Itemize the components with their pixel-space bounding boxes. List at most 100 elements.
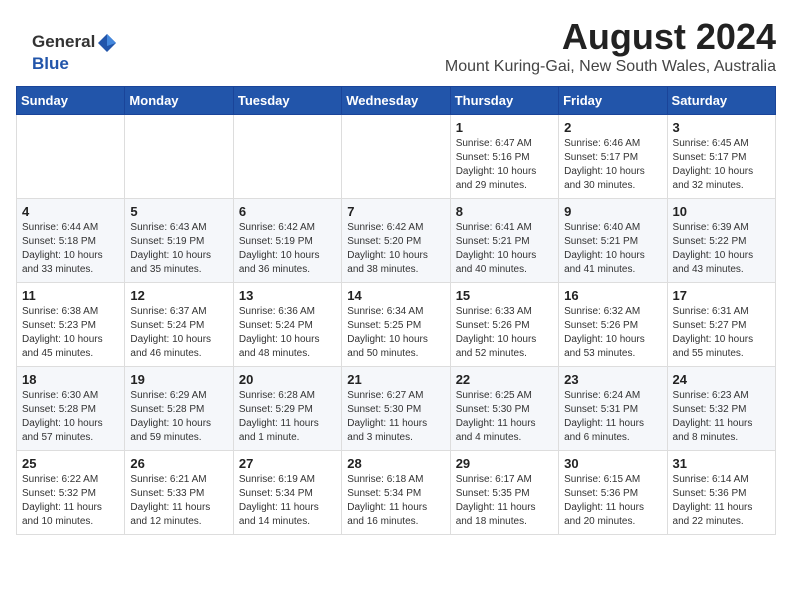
day-number: 31 <box>673 456 770 471</box>
table-row: 4 Sunrise: 6:44 AM Sunset: 5:18 PM Daylig… <box>17 199 125 283</box>
table-row: 19Sunrise: 6:29 AM Sunset: 5:28 PM Dayli… <box>125 367 233 451</box>
calendar-table: Sunday Monday Tuesday Wednesday Thursday… <box>16 86 776 535</box>
day-number: 29 <box>456 456 553 471</box>
header-friday: Friday <box>559 87 667 115</box>
weekday-header-row: Sunday Monday Tuesday Wednesday Thursday… <box>17 87 776 115</box>
header-section: August 2024 Mount Kuring-Gai, New South … <box>16 16 776 76</box>
day-number: 20 <box>239 372 336 387</box>
day-info: Sunrise: 6:42 AM Sunset: 5:19 PM Dayligh… <box>239 221 336 277</box>
day-info: Sunrise: 6:19 AM Sunset: 5:34 PM Dayligh… <box>239 473 336 529</box>
day-info: Sunrise: 6:38 AM Sunset: 5:23 PM Dayligh… <box>22 305 119 361</box>
logo-text: General Blue <box>32 32 119 74</box>
day-info: Sunrise: 6:44 AM Sunset: 5:18 PM Dayligh… <box>22 221 119 277</box>
day-number: 8 <box>456 204 553 219</box>
day-info: Sunrise: 6:42 AM Sunset: 5:20 PM Dayligh… <box>347 221 444 277</box>
table-row <box>17 115 125 199</box>
day-info: Sunrise: 6:32 AM Sunset: 5:26 PM Dayligh… <box>564 305 661 361</box>
day-info: Sunrise: 6:18 AM Sunset: 5:34 PM Dayligh… <box>347 473 444 529</box>
table-row <box>125 115 233 199</box>
table-row: 16 Sunrise: 6:32 AM Sunset: 5:26 PM Dayli… <box>559 283 667 367</box>
table-row: 31Sunrise: 6:14 AM Sunset: 5:36 PM Dayli… <box>667 451 775 535</box>
header-tuesday: Tuesday <box>233 87 341 115</box>
day-number: 27 <box>239 456 336 471</box>
day-number: 21 <box>347 372 444 387</box>
day-info: Sunrise: 6:25 AM Sunset: 5:30 PM Dayligh… <box>456 389 553 445</box>
table-row <box>342 115 450 199</box>
calendar-week-row: 18Sunrise: 6:30 AM Sunset: 5:28 PM Dayli… <box>17 367 776 451</box>
table-row: 26 Sunrise: 6:21 AM Sunset: 5:33 PM Dayli… <box>125 451 233 535</box>
table-row: 5 Sunrise: 6:43 AM Sunset: 5:19 PM Daylig… <box>125 199 233 283</box>
day-info: Sunrise: 6:28 AM Sunset: 5:29 PM Dayligh… <box>239 389 336 445</box>
table-row: 24 Sunrise: 6:23 AM Sunset: 5:32 PM Dayli… <box>667 367 775 451</box>
day-info: Sunrise: 6:29 AM Sunset: 5:28 PM Dayligh… <box>130 389 227 445</box>
calendar-week-row: 1Sunrise: 6:47 AM Sunset: 5:16 PM Daylig… <box>17 115 776 199</box>
day-number: 25 <box>22 456 119 471</box>
day-number: 15 <box>456 288 553 303</box>
table-row: 7 Sunrise: 6:42 AM Sunset: 5:20 PM Daylig… <box>342 199 450 283</box>
day-number: 24 <box>673 372 770 387</box>
table-row: 18Sunrise: 6:30 AM Sunset: 5:28 PM Dayli… <box>17 367 125 451</box>
logo: General Blue <box>32 32 119 74</box>
table-row: 20 Sunrise: 6:28 AM Sunset: 5:29 PM Dayli… <box>233 367 341 451</box>
day-number: 12 <box>130 288 227 303</box>
location-subtitle: Mount Kuring-Gai, New South Wales, Austr… <box>16 58 776 76</box>
day-number: 11 <box>22 288 119 303</box>
calendar-week-row: 4 Sunrise: 6:44 AM Sunset: 5:18 PM Daylig… <box>17 199 776 283</box>
day-number: 10 <box>673 204 770 219</box>
day-number: 4 <box>22 204 119 219</box>
header-thursday: Thursday <box>450 87 558 115</box>
table-row: 28Sunrise: 6:18 AM Sunset: 5:34 PM Dayli… <box>342 451 450 535</box>
day-info: Sunrise: 6:41 AM Sunset: 5:21 PM Dayligh… <box>456 221 553 277</box>
table-row: 23Sunrise: 6:24 AM Sunset: 5:31 PM Dayli… <box>559 367 667 451</box>
table-row: 10Sunrise: 6:39 AM Sunset: 5:22 PM Dayli… <box>667 199 775 283</box>
day-number: 16 <box>564 288 661 303</box>
table-row: 1Sunrise: 6:47 AM Sunset: 5:16 PM Daylig… <box>450 115 558 199</box>
day-info: Sunrise: 6:40 AM Sunset: 5:21 PM Dayligh… <box>564 221 661 277</box>
header-monday: Monday <box>125 87 233 115</box>
header-sunday: Sunday <box>17 87 125 115</box>
table-row: 17Sunrise: 6:31 AM Sunset: 5:27 PM Dayli… <box>667 283 775 367</box>
day-info: Sunrise: 6:37 AM Sunset: 5:24 PM Dayligh… <box>130 305 227 361</box>
day-number: 2 <box>564 120 661 135</box>
day-info: Sunrise: 6:30 AM Sunset: 5:28 PM Dayligh… <box>22 389 119 445</box>
day-info: Sunrise: 6:36 AM Sunset: 5:24 PM Dayligh… <box>239 305 336 361</box>
table-row: 8 Sunrise: 6:41 AM Sunset: 5:21 PM Daylig… <box>450 199 558 283</box>
table-row: 29 Sunrise: 6:17 AM Sunset: 5:35 PM Dayli… <box>450 451 558 535</box>
day-info: Sunrise: 6:23 AM Sunset: 5:32 PM Dayligh… <box>673 389 770 445</box>
table-row: 22 Sunrise: 6:25 AM Sunset: 5:30 PM Dayli… <box>450 367 558 451</box>
table-row: 9 Sunrise: 6:40 AM Sunset: 5:21 PM Daylig… <box>559 199 667 283</box>
table-row: 6Sunrise: 6:42 AM Sunset: 5:19 PM Daylig… <box>233 199 341 283</box>
day-info: Sunrise: 6:27 AM Sunset: 5:30 PM Dayligh… <box>347 389 444 445</box>
header-wednesday: Wednesday <box>342 87 450 115</box>
day-info: Sunrise: 6:31 AM Sunset: 5:27 PM Dayligh… <box>673 305 770 361</box>
table-row: 3Sunrise: 6:45 AM Sunset: 5:17 PM Daylig… <box>667 115 775 199</box>
day-number: 5 <box>130 204 227 219</box>
top-area: General Blue August 2024 Mount Kuring-Ga… <box>16 16 776 76</box>
table-row: 2 Sunrise: 6:46 AM Sunset: 5:17 PM Daylig… <box>559 115 667 199</box>
calendar-week-row: 25 Sunrise: 6:22 AM Sunset: 5:32 PM Dayli… <box>17 451 776 535</box>
day-info: Sunrise: 6:34 AM Sunset: 5:25 PM Dayligh… <box>347 305 444 361</box>
month-year-title: August 2024 <box>16 16 776 58</box>
table-row: 21 Sunrise: 6:27 AM Sunset: 5:30 PM Dayli… <box>342 367 450 451</box>
day-info: Sunrise: 6:46 AM Sunset: 5:17 PM Dayligh… <box>564 137 661 193</box>
day-info: Sunrise: 6:21 AM Sunset: 5:33 PM Dayligh… <box>130 473 227 529</box>
day-info: Sunrise: 6:33 AM Sunset: 5:26 PM Dayligh… <box>456 305 553 361</box>
day-info: Sunrise: 6:22 AM Sunset: 5:32 PM Dayligh… <box>22 473 119 529</box>
table-row: 27 Sunrise: 6:19 AM Sunset: 5:34 PM Dayli… <box>233 451 341 535</box>
day-number: 14 <box>347 288 444 303</box>
day-number: 13 <box>239 288 336 303</box>
table-row: 15 Sunrise: 6:33 AM Sunset: 5:26 PM Dayli… <box>450 283 558 367</box>
table-row: 13 Sunrise: 6:36 AM Sunset: 5:24 PM Dayli… <box>233 283 341 367</box>
day-number: 7 <box>347 204 444 219</box>
day-info: Sunrise: 6:43 AM Sunset: 5:19 PM Dayligh… <box>130 221 227 277</box>
calendar-week-row: 11 Sunrise: 6:38 AM Sunset: 5:23 PM Dayli… <box>17 283 776 367</box>
table-row: 12 Sunrise: 6:37 AM Sunset: 5:24 PM Dayli… <box>125 283 233 367</box>
table-row: 11 Sunrise: 6:38 AM Sunset: 5:23 PM Dayli… <box>17 283 125 367</box>
day-info: Sunrise: 6:24 AM Sunset: 5:31 PM Dayligh… <box>564 389 661 445</box>
day-number: 26 <box>130 456 227 471</box>
day-number: 9 <box>564 204 661 219</box>
day-info: Sunrise: 6:45 AM Sunset: 5:17 PM Dayligh… <box>673 137 770 193</box>
day-number: 22 <box>456 372 553 387</box>
day-info: Sunrise: 6:15 AM Sunset: 5:36 PM Dayligh… <box>564 473 661 529</box>
day-info: Sunrise: 6:17 AM Sunset: 5:35 PM Dayligh… <box>456 473 553 529</box>
